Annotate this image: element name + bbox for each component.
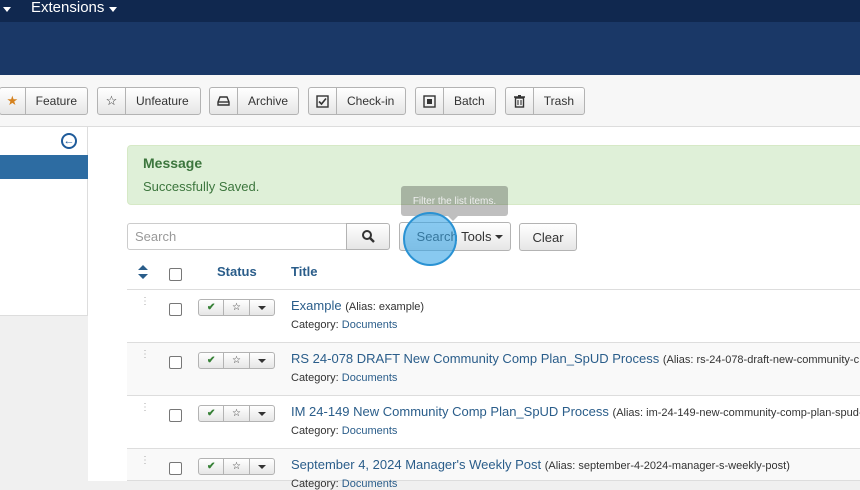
row-checkbox[interactable]	[169, 462, 182, 475]
article-category: Category: Documents	[291, 478, 398, 490]
archive-button[interactable]: Archive	[209, 87, 299, 115]
chevron-down-icon	[257, 464, 266, 469]
sidebar: ←	[0, 127, 88, 316]
status-controls: ✔ ☆	[198, 352, 275, 369]
drag-handle-icon[interactable]: ⋮	[140, 456, 150, 471]
published-check-icon[interactable]: ✔	[199, 300, 225, 315]
table-row: ⋮ ✔ ☆ IM 24-149 New Community Comp Plan_…	[127, 396, 860, 449]
tooltip: Filter the list items.	[401, 186, 508, 221]
select-all-checkbox[interactable]	[169, 268, 182, 281]
checkin-button[interactable]: Check-in	[308, 87, 406, 115]
message-heading: Message	[143, 155, 203, 171]
sidebar-item-active[interactable]	[0, 155, 88, 179]
article-category: Category: Documents	[291, 372, 398, 384]
batch-icon	[416, 88, 444, 114]
table-row: ⋮ ✔ ☆ September 4, 2024 Manager's Weekly…	[127, 449, 860, 490]
drag-handle-icon[interactable]: ⋮	[140, 350, 150, 365]
featured-star-icon[interactable]: ☆	[224, 459, 250, 474]
search-button[interactable]	[346, 223, 390, 250]
actions-dropdown[interactable]	[250, 459, 274, 474]
category-link[interactable]: Documents	[342, 372, 398, 384]
message-text: Successfully Saved.	[143, 179, 260, 194]
checkbox-icon	[309, 88, 337, 114]
chevron-down-icon[interactable]	[3, 7, 11, 12]
category-link[interactable]: Documents	[342, 425, 398, 437]
article-title[interactable]: Example (Alias: example)	[291, 298, 424, 313]
batch-button[interactable]: Batch	[415, 87, 496, 115]
actions-dropdown[interactable]	[250, 406, 274, 421]
sort-icon[interactable]	[138, 265, 148, 279]
drag-handle-icon[interactable]: ⋮	[140, 297, 150, 312]
page-header	[0, 22, 860, 75]
feature-button[interactable]: ★ Feature	[0, 87, 88, 115]
unfeature-button[interactable]: ☆ Unfeature	[97, 87, 201, 115]
featured-star-icon[interactable]: ☆	[224, 353, 250, 368]
table-row: ⋮ ✔ ☆ Example (Alias: example) Category:…	[127, 290, 860, 343]
category-link[interactable]: Documents	[342, 319, 398, 331]
star-filled-icon: ★	[0, 88, 26, 114]
row-checkbox[interactable]	[169, 409, 182, 422]
article-category: Category: Documents	[291, 425, 398, 437]
drag-handle-icon[interactable]: ⋮	[140, 403, 150, 418]
clear-button[interactable]: Clear	[519, 223, 577, 251]
table-header: Status Title	[127, 257, 860, 290]
trash-button[interactable]: Trash	[505, 87, 585, 115]
row-checkbox[interactable]	[169, 356, 182, 369]
featured-star-icon[interactable]: ☆	[224, 300, 250, 315]
status-controls: ✔ ☆	[198, 458, 275, 475]
chevron-down-icon	[257, 358, 266, 363]
search-input[interactable]	[127, 223, 347, 250]
column-header-title[interactable]: Title	[291, 264, 318, 279]
collapse-sidebar-icon[interactable]: ←	[61, 133, 77, 149]
chevron-down-icon	[495, 235, 504, 239]
chevron-down-icon	[257, 305, 266, 310]
category-link[interactable]: Documents	[342, 478, 398, 490]
chevron-down-icon	[257, 411, 266, 416]
search-icon	[361, 230, 375, 243]
trash-icon	[506, 88, 534, 114]
click-indicator	[403, 212, 457, 266]
extensions-menu[interactable]: Extensions	[31, 0, 104, 16]
column-header-status[interactable]: Status	[217, 264, 257, 279]
article-category: Category: Documents	[291, 319, 398, 331]
actions-dropdown[interactable]	[250, 353, 274, 368]
toolbar: ★ Feature ☆ Unfeature Archive Check-in B…	[0, 75, 860, 127]
archive-icon	[210, 88, 238, 114]
published-check-icon[interactable]: ✔	[199, 406, 225, 421]
status-controls: ✔ ☆	[198, 405, 275, 422]
featured-star-icon[interactable]: ☆	[224, 406, 250, 421]
table-row: ⋮ ✔ ☆ RS 24-078 DRAFT New Community Comp…	[127, 343, 860, 396]
status-controls: ✔ ☆	[198, 299, 275, 316]
article-title[interactable]: IM 24-149 New Community Comp Plan_SpUD P…	[291, 404, 860, 419]
article-title[interactable]: RS 24-078 DRAFT New Community Comp Plan_…	[291, 351, 859, 366]
chevron-down-icon[interactable]	[109, 7, 117, 12]
row-checkbox[interactable]	[169, 303, 182, 316]
star-outline-icon: ☆	[98, 88, 126, 114]
published-check-icon[interactable]: ✔	[199, 459, 225, 474]
actions-dropdown[interactable]	[250, 300, 274, 315]
published-check-icon[interactable]: ✔	[199, 353, 225, 368]
top-navbar: Extensions	[0, 0, 860, 22]
article-title[interactable]: September 4, 2024 Manager's Weekly Post …	[291, 457, 790, 472]
